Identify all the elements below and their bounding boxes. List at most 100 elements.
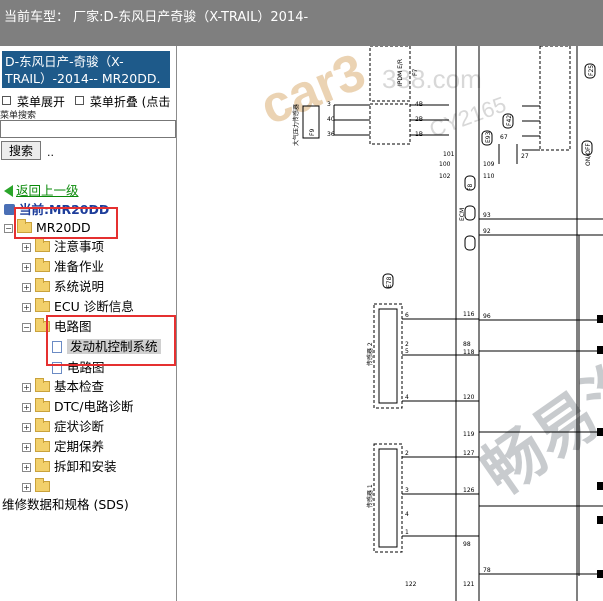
tree-item[interactable]: + 准备作业 <box>22 258 104 276</box>
expand-icon[interactable]: + <box>22 263 31 272</box>
collapse-menu-button[interactable]: 菜单折叠 (点击 <box>90 95 171 109</box>
pin-number: 127 <box>463 450 475 457</box>
maf-label: 大气压力传感器 <box>292 104 300 146</box>
expand-icon[interactable]: + <box>22 383 31 392</box>
pin-number: 67 <box>500 134 508 141</box>
highlight-box-root <box>14 207 118 239</box>
folder-icon <box>35 398 50 412</box>
f25-code: F25 <box>588 65 595 76</box>
pin-number: 5 <box>405 348 409 355</box>
pin-number: 4 <box>405 394 409 401</box>
pin-number: 100 <box>439 161 451 168</box>
onoff-label: ON/OFF <box>585 143 592 166</box>
tree-item[interactable]: + 拆卸和安装 <box>22 458 117 476</box>
tree-item[interactable]: + ECU 诊断信息 <box>22 298 134 316</box>
search-input[interactable] <box>0 120 176 138</box>
pin-number: 102 <box>439 173 451 180</box>
tree-item-label: ECU 诊断信息 <box>54 299 134 314</box>
expand-icon[interactable]: + <box>22 483 31 492</box>
pin-number: 27 <box>521 153 529 160</box>
pin-number: 116 <box>463 311 475 318</box>
pin-number: 1B <box>415 131 423 138</box>
folder-icon <box>35 478 50 492</box>
pin-number: 92 <box>483 228 491 235</box>
tree-item[interactable]: + 注意事项 <box>22 238 104 256</box>
pin-number: 96 <box>483 313 491 320</box>
tree-item-label: 注意事项 <box>54 239 105 254</box>
sidebar: D-东风日产-奇骏（X-TRAIL）-2014-- MR20DD. 菜单展开 菜… <box>0 46 176 601</box>
pin-number: 40 <box>327 116 335 123</box>
pin-number: 126 <box>463 487 475 494</box>
tree-footer-sds[interactable]: 维修数据和规格 (SDS) <box>2 496 129 514</box>
square-icon <box>2 96 11 105</box>
sensor1-label: 传感器 1 <box>366 484 374 508</box>
collapse-icon[interactable]: − <box>22 323 31 332</box>
highlight-box-engine <box>46 315 176 366</box>
f42-code: F42 <box>506 115 513 126</box>
expand-icon[interactable]: + <box>22 443 31 452</box>
title-bar: 当前车型： 厂家:D-东风日产奇骏（X-TRAIL）2014- <box>0 0 603 46</box>
tree-footer-label: 维修数据和规格 (SDS) <box>2 497 129 512</box>
vehicle-title: 当前车型： 厂家:D-东风日产奇骏（X-TRAIL）2014- <box>4 10 309 25</box>
pin-number: 101 <box>443 151 455 158</box>
model-header: D-东风日产-奇骏（X-TRAIL）-2014-- MR20DD. <box>2 51 170 88</box>
search-dots: .. <box>47 146 54 159</box>
expand-icon[interactable]: + <box>22 423 31 432</box>
pin-number: 36 <box>327 131 335 138</box>
back-arrow-icon <box>4 185 13 197</box>
maf-code: F9 <box>309 129 316 136</box>
pin-number: 122 <box>405 581 417 588</box>
folder-icon <box>35 298 50 312</box>
tree-item-label: 拆卸和安装 <box>54 459 117 474</box>
folder-icon <box>35 278 50 292</box>
pin-number: 6 <box>405 312 409 319</box>
tree-item[interactable]: + <box>22 478 54 496</box>
collapse-icon[interactable]: − <box>4 224 13 233</box>
expand-menu-button[interactable]: 菜单展开 <box>17 95 65 109</box>
tree-item[interactable]: + 基本检查 <box>22 378 104 396</box>
pin-number: 93 <box>483 212 491 219</box>
pin-number: 78 <box>483 567 491 574</box>
tree-item[interactable]: + 症状诊断 <box>22 418 104 436</box>
ecm-code: F8 <box>467 184 474 191</box>
pin-number: 2 <box>405 450 409 457</box>
e93-code: E93 <box>485 131 492 143</box>
ipdm-label: IPDM E/R <box>397 59 404 86</box>
pin-number: 88 <box>463 341 471 348</box>
pin-number: 120 <box>463 394 475 401</box>
folder-icon <box>35 418 50 432</box>
tree-item[interactable]: + 系统说明 <box>22 278 104 296</box>
pin-number: 121 <box>463 581 475 588</box>
pin-number: 4B <box>415 101 423 108</box>
expand-icon[interactable]: + <box>22 243 31 252</box>
tree-item[interactable]: + 定期保养 <box>22 438 104 456</box>
expand-icon[interactable]: + <box>22 283 31 292</box>
tree-item-label: 系统说明 <box>54 279 105 294</box>
pin-number: 119 <box>463 431 475 438</box>
wiring-diagram: car3 388.com CY2165 畅易汽 IPDM E/R F7 大气压力… <box>177 46 603 601</box>
pin-number: 4 <box>405 511 409 518</box>
pin-number: 98 <box>463 541 471 548</box>
pin-number: 2B <box>415 116 423 123</box>
tree-item[interactable]: + DTC/电路诊断 <box>22 398 133 416</box>
square-icon <box>74 96 84 105</box>
back-link[interactable]: 返回上一级 <box>4 180 79 199</box>
tree-item-label: 基本检查 <box>54 379 105 394</box>
expand-icon[interactable]: + <box>22 403 31 412</box>
folder-icon <box>35 378 50 392</box>
folder-icon <box>35 238 50 252</box>
back-link-label: 返回上一级 <box>16 183 79 198</box>
connector-code: E78 <box>386 276 393 288</box>
tree-item-label: 准备作业 <box>54 259 105 274</box>
tree-item-label: DTC/电路诊断 <box>54 399 134 414</box>
search-button[interactable]: 搜索 <box>1 141 41 160</box>
pin-number: 118 <box>463 349 475 356</box>
pin-number: 109 <box>483 161 495 168</box>
pin-number: 110 <box>483 173 495 180</box>
folder-icon <box>35 438 50 452</box>
expand-icon[interactable]: + <box>22 303 31 312</box>
pin-number: 2 <box>405 341 409 348</box>
tree-item-label: 定期保养 <box>54 439 105 454</box>
expand-icon[interactable]: + <box>22 463 31 472</box>
folder-icon <box>35 258 50 272</box>
